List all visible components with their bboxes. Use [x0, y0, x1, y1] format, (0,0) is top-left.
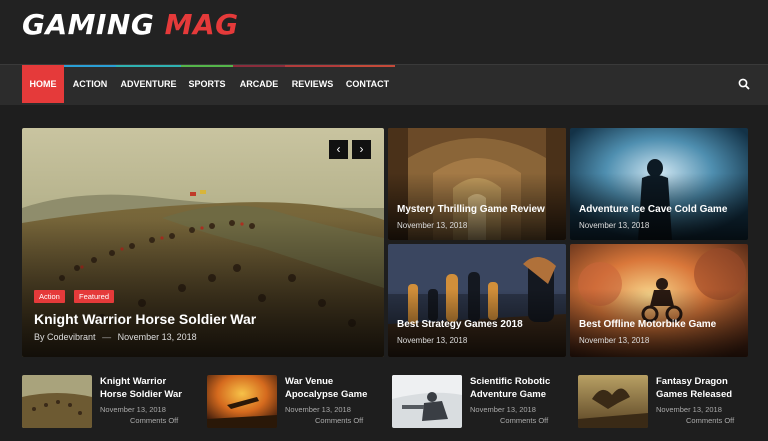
featured-author[interactable]: By Codevibrant [34, 332, 96, 342]
chevron-left-icon[interactable]: ‹ [329, 140, 348, 159]
card-thumbnail[interactable] [207, 375, 277, 428]
grid-post-ice-cave[interactable]: Adventure Ice Cave Cold Game November 13… [570, 128, 748, 240]
card-title[interactable]: Fantasy Dragon Games Released [656, 375, 732, 401]
nav-color-bar [340, 65, 395, 67]
card-title[interactable]: Scientific Robotic Adventure Game [470, 375, 550, 401]
post-title[interactable]: Adventure Ice Cave Cold Game [579, 204, 727, 215]
card-title-line: Horse Soldier War [100, 389, 183, 400]
tag-featured[interactable]: Featured [74, 290, 115, 303]
post-date: November 13, 2018 [579, 336, 650, 345]
card-title[interactable]: Knight Warrior Horse Soldier War [100, 375, 182, 401]
card-title-line: Knight Warrior [100, 376, 167, 387]
card-date: November 13, 2018 [656, 405, 722, 414]
card-image [578, 375, 648, 428]
featured-title[interactable]: Knight Warrior Horse Soldier War [34, 311, 256, 327]
card-title-line: Apocalypse Game [285, 389, 368, 400]
nav-label: HOME [29, 79, 57, 89]
card-image [207, 375, 277, 428]
card-date: November 13, 2018 [470, 405, 536, 414]
nav-color-bar [116, 65, 181, 67]
featured-post[interactable]: ‹ › Action Featured Knight Warrior Horse… [22, 128, 384, 357]
nav-item-sports[interactable]: SPORTS [181, 65, 233, 103]
meta-separator: — [102, 332, 112, 342]
grid-post-motorbike[interactable]: Best Offline Motorbike Game November 13,… [570, 244, 748, 357]
logo-text-white: GAMING [22, 8, 155, 41]
chevron-right-icon[interactable]: › [352, 140, 371, 159]
nav-item-reviews[interactable]: REVIEWS [285, 65, 340, 103]
nav-label: SPORTS [188, 79, 226, 89]
search-icon[interactable] [738, 78, 750, 90]
card-title-line: Fantasy Dragon [656, 376, 728, 387]
card-date: November 13, 2018 [285, 405, 351, 414]
card-comments: Comments Off [686, 416, 735, 425]
logo-text-red: MAG [164, 8, 239, 41]
grid-post-mystery[interactable]: Mystery Thrilling Game Review November 1… [388, 128, 566, 240]
card-title-line: Adventure Game [470, 389, 547, 400]
post-title[interactable]: Best Offline Motorbike Game [579, 319, 716, 330]
post-date: November 13, 2018 [397, 221, 468, 230]
tag-action[interactable]: Action [34, 290, 65, 303]
card-date: November 13, 2018 [100, 405, 166, 414]
card-title[interactable]: War Venue Apocalypse Game [285, 375, 367, 401]
card-title-line: Scientific Robotic [470, 376, 551, 387]
featured-meta: By Codevibrant — November 13, 2018 [34, 332, 197, 342]
nav-color-bar [64, 65, 116, 67]
card-title-line: Games Released [656, 389, 733, 400]
nav-color-bar [233, 65, 285, 67]
nav-label: ACTION [72, 79, 108, 89]
nav-color-bar [285, 65, 340, 67]
main-nav: HOME ACTION ADVENTURE SPORTS ARCADE REVI… [0, 64, 768, 105]
card-image [22, 375, 92, 428]
nav-label: CONTACT [345, 79, 390, 89]
grid-post-strategy[interactable]: Best Strategy Games 2018 November 13, 20… [388, 244, 566, 357]
post-title[interactable]: Best Strategy Games 2018 [397, 319, 523, 330]
nav-item-adventure[interactable]: ADVENTURE [116, 65, 181, 103]
featured-date: November 13, 2018 [117, 332, 197, 342]
card-title-line: War Venue [285, 376, 334, 387]
card-thumbnail[interactable] [578, 375, 648, 428]
site-logo[interactable]: GAMING MAG [22, 8, 239, 41]
nav-color-bar [181, 65, 233, 67]
card-image [392, 375, 462, 428]
post-date: November 13, 2018 [397, 336, 468, 345]
card-comments: Comments Off [315, 416, 364, 425]
site-header: GAMING MAG [0, 0, 768, 64]
card-comments: Comments Off [130, 416, 179, 425]
nav-item-contact[interactable]: CONTACT [340, 65, 395, 103]
card-comments: Comments Off [500, 416, 549, 425]
nav-item-arcade[interactable]: ARCADE [233, 65, 285, 103]
nav-label: REVIEWS [291, 79, 334, 89]
card-thumbnail[interactable] [22, 375, 92, 428]
card-thumbnail[interactable] [392, 375, 462, 428]
nav-label: ARCADE [239, 79, 279, 89]
post-date: November 13, 2018 [579, 221, 650, 230]
nav-label: ADVENTURE [120, 79, 177, 89]
nav-item-action[interactable]: ACTION [64, 65, 116, 103]
nav-item-home[interactable]: HOME [22, 65, 64, 103]
post-title[interactable]: Mystery Thrilling Game Review [397, 204, 545, 215]
